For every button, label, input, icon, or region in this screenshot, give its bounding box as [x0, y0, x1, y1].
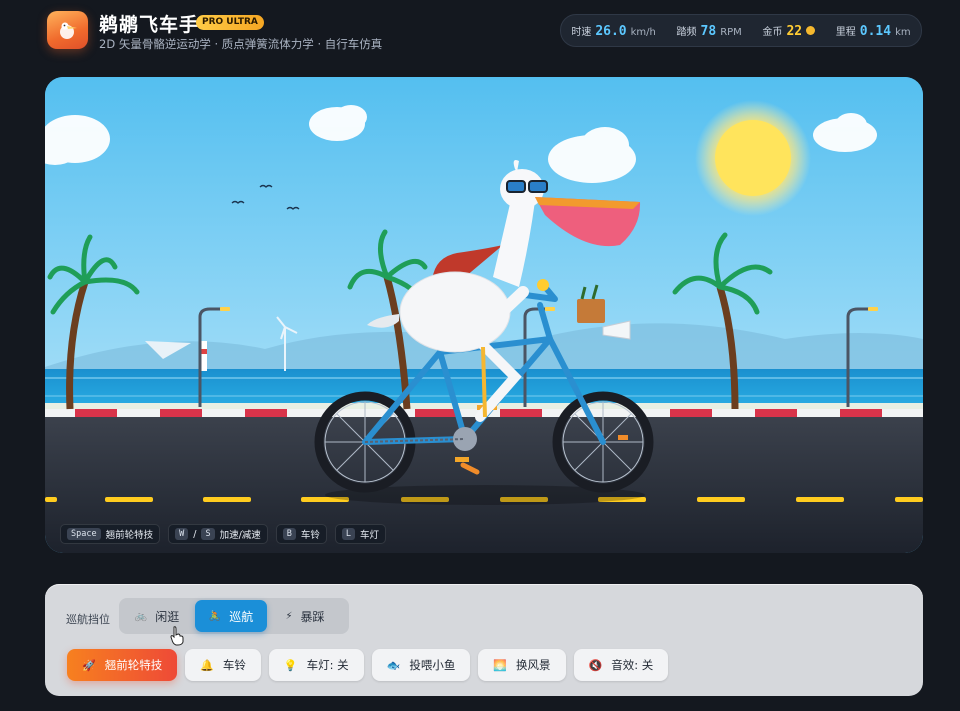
change-scene-label: 换风景	[516, 658, 551, 672]
muted-speaker-icon: 🔇	[588, 658, 603, 672]
sun	[715, 120, 791, 196]
feed-fish-label: 投喂小鱼	[409, 658, 456, 672]
key-b: B	[282, 528, 296, 540]
pro-badge: PRO ULTRA	[196, 15, 264, 30]
app-title: 鹈鹕飞车手	[99, 14, 200, 36]
keyhint-label: 加速/减速	[219, 530, 261, 541]
scene-illustration	[45, 77, 923, 553]
lightning-icon: ⚡	[285, 610, 293, 622]
app-subtitle: 2D 矢量骨骼逆运动学 · 质点弹簧流体力学 · 自行车仿真	[99, 37, 383, 51]
bicycle-icon: 🚲	[134, 610, 148, 622]
app-logo	[47, 11, 88, 49]
keyhint-speed: W / S 加速/减速	[168, 524, 268, 544]
coin-icon	[806, 26, 816, 35]
stat-speed: 时速 26.0 km/h	[571, 23, 656, 39]
keyhint-label: 翘前轮特技	[105, 530, 154, 541]
gear-button-label: 巡航	[229, 609, 254, 624]
stat-coins: 金币 22	[762, 23, 816, 39]
lightbulb-icon: 💡	[283, 658, 298, 672]
bell-button[interactable]: 🔔 车铃	[185, 649, 261, 681]
keyhint-light: L 车灯	[334, 524, 387, 544]
stat-cadence: 踏频 78 RPM	[677, 23, 742, 39]
wheelie-button-label: 翘前轮特技	[104, 658, 163, 672]
stat-cadence-label: 踏频	[676, 26, 697, 38]
feed-fish-button[interactable]: 🐟 投喂小鱼	[371, 649, 471, 681]
gear-button-label: 暴踩	[300, 609, 325, 624]
bell-icon: 🔔	[200, 658, 214, 672]
cyclist-icon: 🚴	[208, 610, 222, 622]
key-w: W	[175, 528, 189, 540]
change-scene-button[interactable]: 🌅 换风景	[478, 649, 566, 681]
keyhint-wheelie: Space 翘前轮特技	[60, 524, 161, 544]
keyhint-label: 车灯	[360, 530, 380, 541]
wheelie-button[interactable]: 🚀 翘前轮特技	[67, 649, 178, 681]
action-buttons: 🚀 翘前轮特技 🔔 车铃 💡 车灯: 关 🐟 投喂小鱼 🌅 换风景 🔇 音效: …	[67, 649, 669, 681]
sound-toggle-button[interactable]: 🔇 音效: 关	[573, 649, 669, 681]
stat-distance: 里程 0.14 km	[836, 23, 911, 39]
key-s: S	[201, 528, 215, 540]
sunset-icon: 🌅	[493, 658, 508, 672]
fish-icon: 🐟	[386, 658, 401, 672]
key-space: Space	[67, 528, 101, 540]
pelican-logo-icon	[60, 22, 77, 39]
stat-coins-value: 22	[786, 23, 803, 39]
hand-cursor-icon	[170, 626, 184, 646]
stat-cadence-unit: RPM	[720, 26, 742, 38]
key-hints: Space 翘前轮特技 W / S 加速/减速 B 车铃 L 车灯	[60, 524, 387, 544]
rocket-icon: 🚀	[82, 658, 96, 672]
keyhint-bell: B 车铃	[275, 524, 327, 544]
keyhint-label: 车铃	[300, 530, 320, 541]
gear-label: 巡航挡位	[66, 613, 110, 626]
game-canvas[interactable]: Space 翘前轮特技 W / S 加速/减速 B 车铃 L 车灯	[45, 77, 923, 553]
gear-button-label: 闲逛	[155, 609, 180, 624]
stat-cadence-value: 78	[700, 23, 717, 39]
stats-bar: 时速 26.0 km/h 踏频 78 RPM 金币 22 里程 0.14 km	[560, 14, 922, 47]
stat-speed-label: 时速	[571, 26, 592, 38]
gear-button-cruise[interactable]: 🚴 巡航	[195, 600, 267, 632]
light-toggle-label: 车灯: 关	[306, 658, 349, 672]
gear-selector: 🚲 闲逛 🚴 巡航 ⚡ 暴踩	[119, 598, 349, 634]
stat-coins-label: 金币	[762, 26, 783, 38]
stat-speed-value: 26.0	[595, 23, 627, 39]
stat-distance-value: 0.14	[859, 23, 892, 39]
stat-distance-unit: km	[895, 26, 911, 38]
stat-speed-unit: km/h	[630, 26, 656, 38]
light-toggle-button[interactable]: 💡 车灯: 关	[268, 649, 364, 681]
stat-distance-label: 里程	[835, 26, 856, 38]
key-separator: /	[193, 528, 197, 540]
gear-button-sprint[interactable]: ⚡ 暴踩	[269, 600, 341, 632]
sound-toggle-label: 音效: 关	[611, 658, 654, 672]
key-l: L	[341, 528, 356, 540]
bell-button-label: 车铃	[222, 658, 246, 672]
